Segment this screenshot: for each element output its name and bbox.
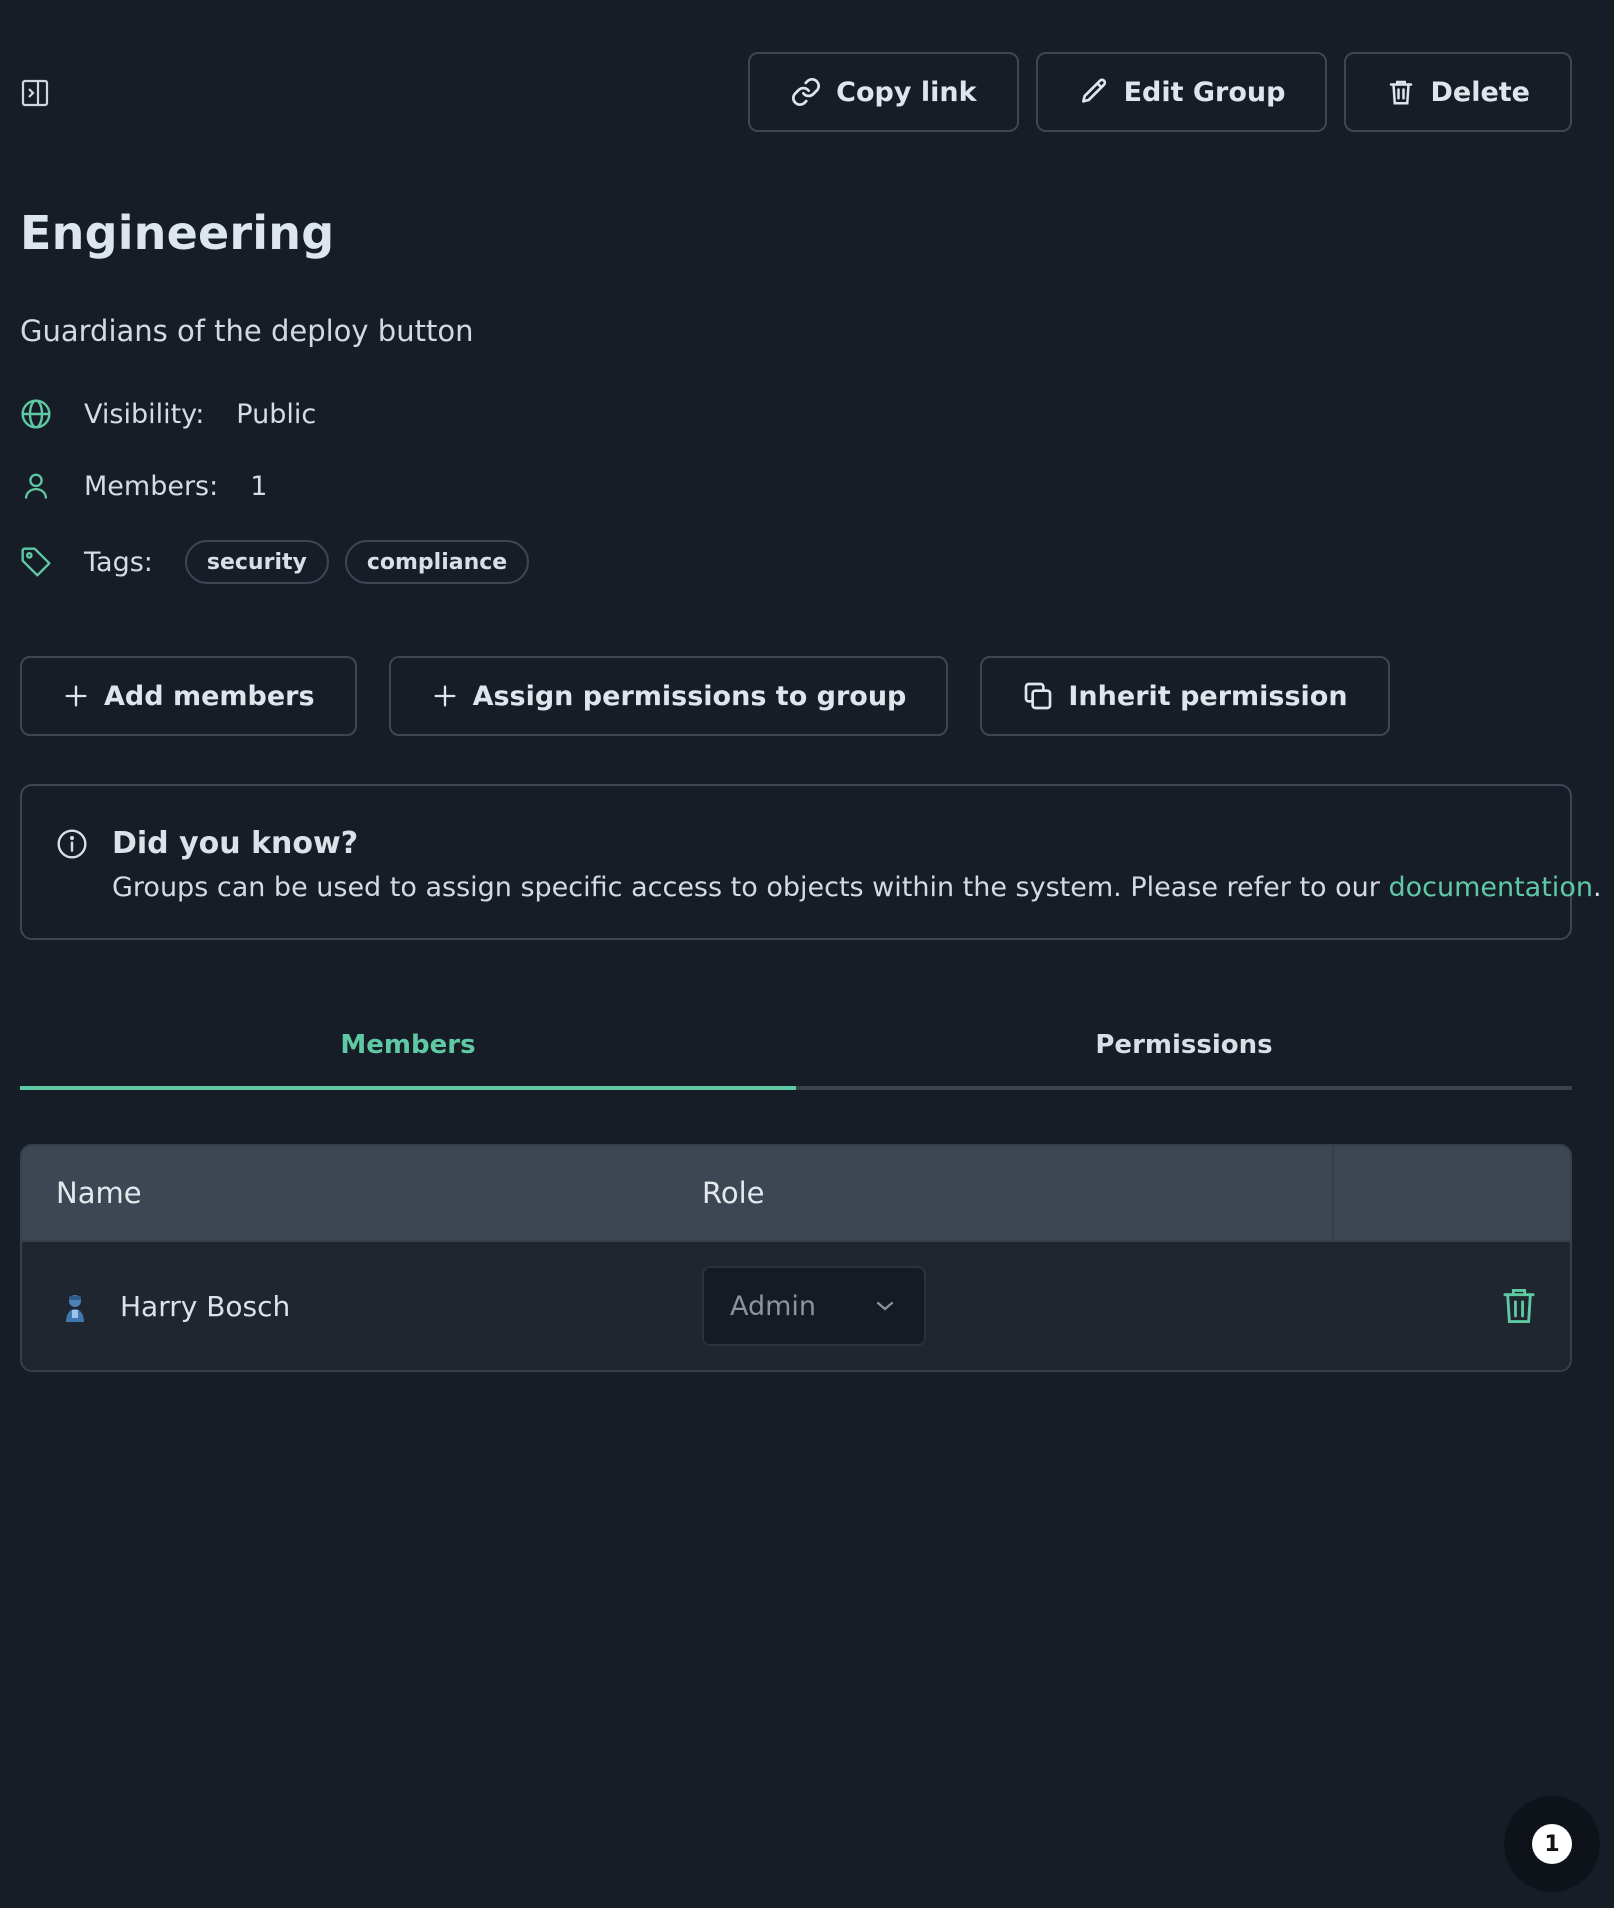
globe-icon <box>20 398 52 430</box>
link-icon <box>792 78 821 106</box>
edit-group-button[interactable]: Edit Group <box>1035 52 1328 132</box>
copy-link-label: Copy link <box>836 76 977 108</box>
members-count: 1 <box>250 470 268 502</box>
assign-permissions-button[interactable]: Assign permissions to group <box>388 656 949 736</box>
tags-row: Tags: security compliance <box>20 540 545 584</box>
trash-icon <box>1390 80 1413 105</box>
group-description: Guardians of the deploy button <box>20 314 474 348</box>
user-icon <box>20 470 52 502</box>
role-select[interactable]: Admin <box>702 1266 926 1346</box>
tag-security[interactable]: security <box>184 540 329 584</box>
tabs: Members Permissions <box>20 1016 1572 1090</box>
tab-permissions[interactable]: Permissions <box>796 1016 1572 1086</box>
delete-button[interactable]: Delete <box>1344 52 1572 132</box>
add-members-button[interactable]: Add members <box>20 656 357 736</box>
info-text-body: Groups can be used to assign specific ac… <box>112 872 1389 903</box>
visibility-label: Visibility: <box>84 398 205 430</box>
trash-icon <box>1503 1289 1535 1323</box>
member-name: Harry Bosch <box>120 1290 291 1323</box>
pencil-icon <box>1081 78 1106 103</box>
group-actions: Add members Assign permissions to group … <box>20 656 1390 736</box>
table-row: Harry Bosch Admin <box>22 1242 1570 1370</box>
plus-icon <box>65 685 87 707</box>
info-text: Groups can be used to assign specific ac… <box>112 872 1602 903</box>
panel-toggle-icon <box>21 79 49 107</box>
tag-compliance[interactable]: compliance <box>344 540 530 584</box>
notifications-button[interactable]: 1 <box>1504 1796 1600 1892</box>
panel-toggle-button[interactable] <box>20 78 50 108</box>
copy-link-button[interactable]: Copy link <box>748 52 1019 132</box>
page-title: Engineering <box>20 206 335 260</box>
column-header-name: Name <box>56 1176 142 1210</box>
add-members-label: Add members <box>104 680 315 712</box>
tag-icon <box>20 546 52 578</box>
assign-permissions-label: Assign permissions to group <box>472 680 907 712</box>
notification-badge: 1 <box>1532 1824 1572 1864</box>
tab-members[interactable]: Members <box>20 1016 796 1090</box>
group-detail-page: Copy link Edit Group Delete Engineering … <box>0 0 1614 1908</box>
members-table: Name Role Harry Bosch Admin <box>20 1144 1572 1372</box>
members-count-row: Members: 1 <box>20 470 267 502</box>
info-icon <box>56 828 88 864</box>
tags-label: Tags: <box>84 546 153 578</box>
info-callout: Did you know? Groups can be used to assi… <box>20 784 1602 940</box>
copy-icon <box>1025 682 1052 710</box>
plus-icon <box>434 685 456 707</box>
table-header: Name Role <box>22 1146 1570 1242</box>
role-value: Admin <box>730 1290 817 1322</box>
chevron-down-icon <box>876 1301 894 1311</box>
column-header-role: Role <box>702 1176 765 1210</box>
inherit-permission-button[interactable]: Inherit permission <box>980 656 1390 736</box>
members-label: Members: <box>84 470 219 502</box>
remove-member-button[interactable] <box>1502 1286 1536 1330</box>
edit-group-label: Edit Group <box>1123 76 1286 108</box>
documentation-link[interactable]: documentation <box>1388 872 1593 903</box>
avatar <box>62 1292 88 1328</box>
visibility-value: Public <box>236 398 317 430</box>
inherit-permission-label: Inherit permission <box>1068 680 1348 712</box>
visibility-row: Visibility: Public <box>20 398 316 430</box>
info-title: Did you know? <box>112 826 359 861</box>
info-text-end: . <box>1592 872 1602 903</box>
column-divider <box>1332 1146 1334 1240</box>
toolbar: Copy link Edit Group Delete <box>748 52 1572 132</box>
delete-label: Delete <box>1430 76 1530 108</box>
